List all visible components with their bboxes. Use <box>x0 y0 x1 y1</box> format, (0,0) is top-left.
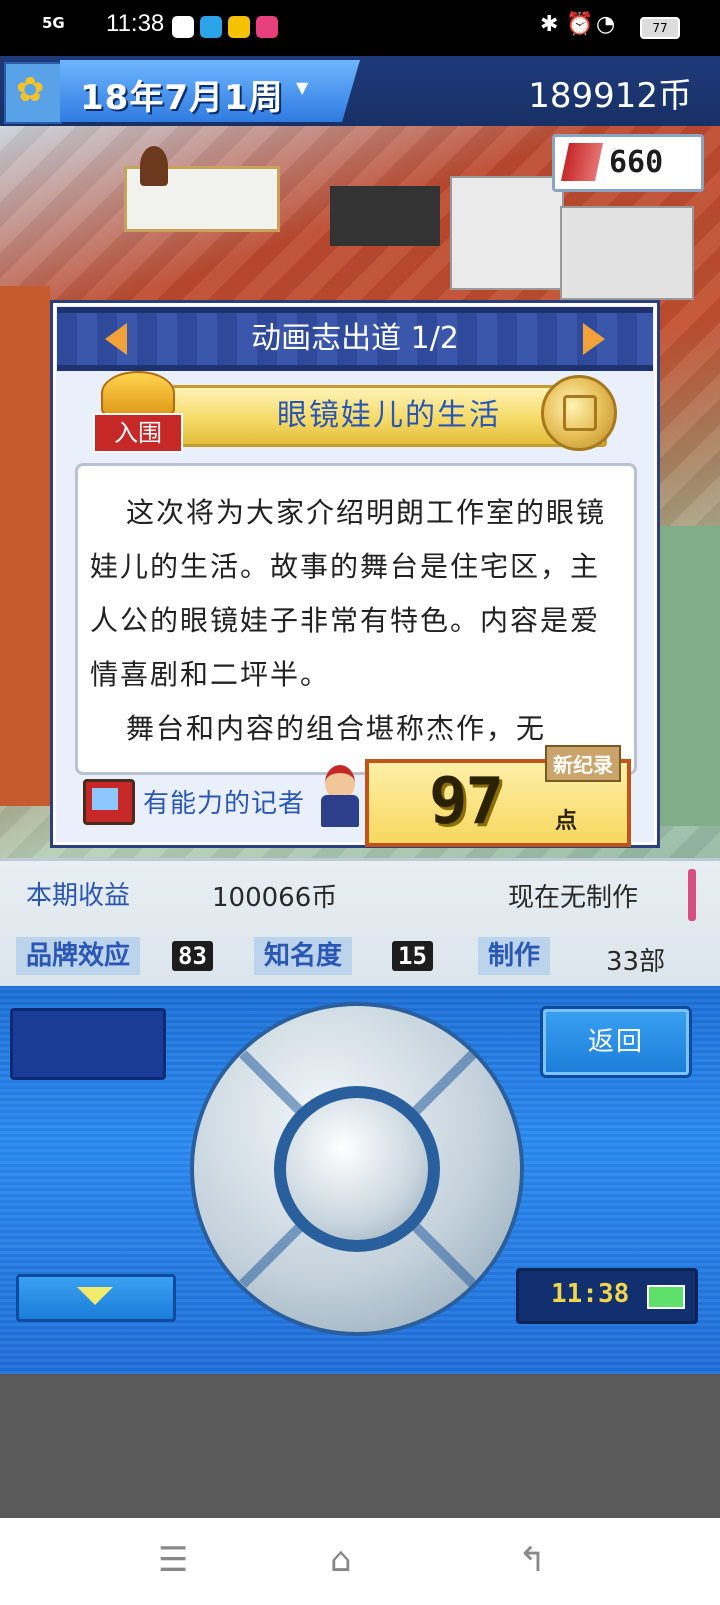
bluetooth-icon: ✱ <box>540 12 559 37</box>
score-unit: 点 <box>555 809 578 834</box>
brand-label: 品牌效应 <box>16 937 141 975</box>
income-row: 本期收益 100066币 现在无制作 <box>0 861 720 923</box>
work-title: 眼镜娃儿的生活 <box>277 398 501 433</box>
top-bar: ✿ 18年7月1周 ▼ 189912币 <box>0 56 720 126</box>
meituan-icon <box>228 16 250 38</box>
mini-screen <box>10 1008 166 1080</box>
stats-panel: 本期收益 100066币 现在无制作 品牌效应 83 知名度 15 制作 33部 <box>0 858 720 990</box>
back-icon[interactable]: ↰ <box>518 1540 547 1580</box>
new-record-badge: 新纪录 <box>545 745 621 782</box>
dialog-header: 动画志出道 1/2 <box>57 307 653 371</box>
next-page-arrow-icon[interactable] <box>583 323 605 355</box>
garden-right <box>660 526 720 826</box>
back-button[interactable]: 返回 <box>540 1006 692 1078</box>
battery-icon: 77 <box>640 17 680 39</box>
production-status: 现在无制作 <box>508 883 639 913</box>
score-value: 97 <box>429 765 504 839</box>
network-indicator: 5G <box>42 14 65 32</box>
telegram-icon <box>200 16 222 38</box>
menu-icon[interactable]: ☰ <box>158 1540 188 1580</box>
works-value: 33部 <box>606 947 666 977</box>
app-notification-icon <box>172 16 194 38</box>
status-bar: 5G 11:38 ✱ ⏰ ◔ 77 <box>0 0 720 56</box>
wifi-icon: ◔ <box>596 12 616 37</box>
brand-value: 83 <box>172 941 213 971</box>
income-label: 本期收益 <box>26 881 131 911</box>
book-stack-icon <box>560 143 604 181</box>
tv-icon <box>83 779 135 825</box>
home-icon[interactable]: ⌂ <box>330 1540 352 1580</box>
bookshelf <box>450 176 564 290</box>
bookshelf-2 <box>560 206 694 300</box>
date-display: 18年7月1周 <box>80 78 284 118</box>
score-box: 新纪录 97 点 <box>365 745 631 847</box>
back-button-label: 返回 <box>587 1027 644 1057</box>
crown-icon: 入围 <box>93 371 183 453</box>
sunflower-icon[interactable]: ✿ <box>4 62 62 124</box>
counter-badge: 660 <box>552 134 704 192</box>
dpad[interactable] <box>190 1002 524 1336</box>
carpet-left <box>0 286 50 806</box>
chevron-down-icon: ▼ <box>296 78 309 97</box>
empty-area <box>0 1374 720 1518</box>
news-dialog: 动画志出道 1/2 眼镜娃儿的生活 入围 这次将为大家介绍明朗工作室的眼镜娃儿的… <box>50 300 660 848</box>
alarm-icon: ⏰ <box>566 12 594 37</box>
menu-down-button[interactable] <box>16 1274 176 1322</box>
scroll-indicator <box>688 869 696 921</box>
fame-label: 知名度 <box>254 937 353 975</box>
money-display: 189912币 <box>528 76 692 116</box>
article-paragraph-1: 这次将为大家介绍明朗工作室的眼镜娃儿的生活。故事的舞台是住宅区，主人公的眼镜娃子… <box>90 496 607 691</box>
counter-value: 660 <box>609 145 664 180</box>
pink-app-icon <box>256 16 278 38</box>
fame-value: 15 <box>392 941 433 971</box>
status-time: 11:38 <box>106 10 165 37</box>
sofa <box>330 186 440 246</box>
game-screen: ✿ 18年7月1周 ▼ 189912币 660 动画志出道 1/2 眼镜娃儿的生… <box>0 56 720 1374</box>
nominated-tag: 入围 <box>93 413 183 453</box>
dialog-title: 动画志出道 1/2 <box>251 321 459 356</box>
game-clock: 11:38 <box>516 1268 698 1324</box>
receptionist-sprite <box>140 146 168 186</box>
medal-icon <box>541 375 617 451</box>
reporter-label: 有能力的记者 <box>143 789 306 819</box>
dpad-center-button[interactable] <box>286 1098 428 1240</box>
article-text-box[interactable]: 这次将为大家介绍明朗工作室的眼镜娃儿的生活。故事的舞台是住宅区，主人公的眼镜娃子… <box>75 463 637 775</box>
triangle-down-icon <box>77 1287 113 1305</box>
battery-icon <box>647 1285 685 1309</box>
system-nav-bar: ☰ ⌂ ↰ <box>0 1518 720 1605</box>
works-label: 制作 <box>478 937 551 975</box>
game-clock-time: 11:38 <box>551 1279 630 1309</box>
reporter-sprite <box>317 765 363 829</box>
income-value: 100066币 <box>212 883 338 913</box>
console-controls: 返回 11:38 <box>0 986 720 1374</box>
